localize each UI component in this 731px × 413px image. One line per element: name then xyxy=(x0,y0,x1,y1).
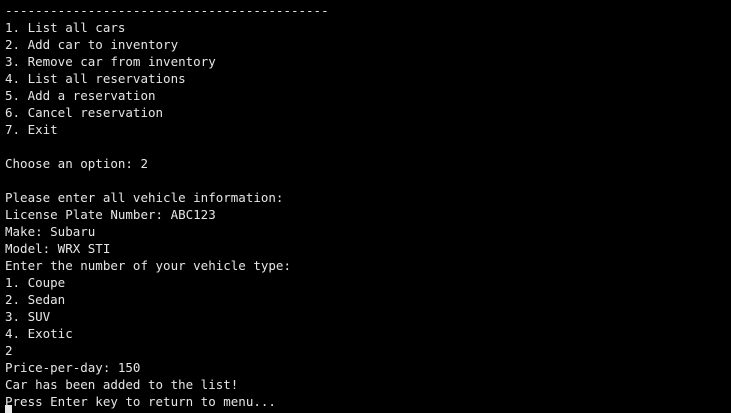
car-added-message: Car has been added to the list! xyxy=(5,377,239,392)
menu-separator: ----------------------------------------… xyxy=(5,3,329,18)
vehicle-type-option-sedan: 2. Sedan xyxy=(5,292,66,307)
vehicle-type-option-suv: 3. SUV xyxy=(5,309,51,324)
menu-option-add-car: 2. Add car to inventory xyxy=(5,37,179,52)
license-plate-line: License Plate Number: ABC123 xyxy=(5,207,216,222)
menu-option-list-all-cars: 1. List all cars xyxy=(5,20,126,35)
vehicle-info-prompt: Please enter all vehicle information: xyxy=(5,190,284,205)
vehicle-type-prompt: Enter the number of your vehicle type: xyxy=(5,258,291,273)
terminal-cursor[interactable] xyxy=(5,405,12,413)
menu-option-cancel-reservation: 6. Cancel reservation xyxy=(5,105,164,120)
choose-option-prompt: Choose an option: 2 xyxy=(5,156,148,171)
menu-option-remove-car: 3. Remove car from inventory xyxy=(5,54,216,69)
model-line: Model: WRX STI xyxy=(5,241,111,256)
vehicle-type-input: 2 xyxy=(5,343,13,358)
menu-option-add-reservation: 5. Add a reservation xyxy=(5,88,156,103)
vehicle-type-option-exotic: 4. Exotic xyxy=(5,326,73,341)
price-per-day-line: Price-per-day: 150 xyxy=(5,360,141,375)
menu-option-list-reservations: 4. List all reservations xyxy=(5,71,186,86)
terminal-window[interactable]: ----------------------------------------… xyxy=(0,0,731,413)
press-enter-prompt: Press Enter key to return to menu... xyxy=(5,394,276,409)
vehicle-type-option-coupe: 1. Coupe xyxy=(5,275,66,290)
make-line: Make: Subaru xyxy=(5,224,96,239)
menu-option-exit: 7. Exit xyxy=(5,122,58,137)
